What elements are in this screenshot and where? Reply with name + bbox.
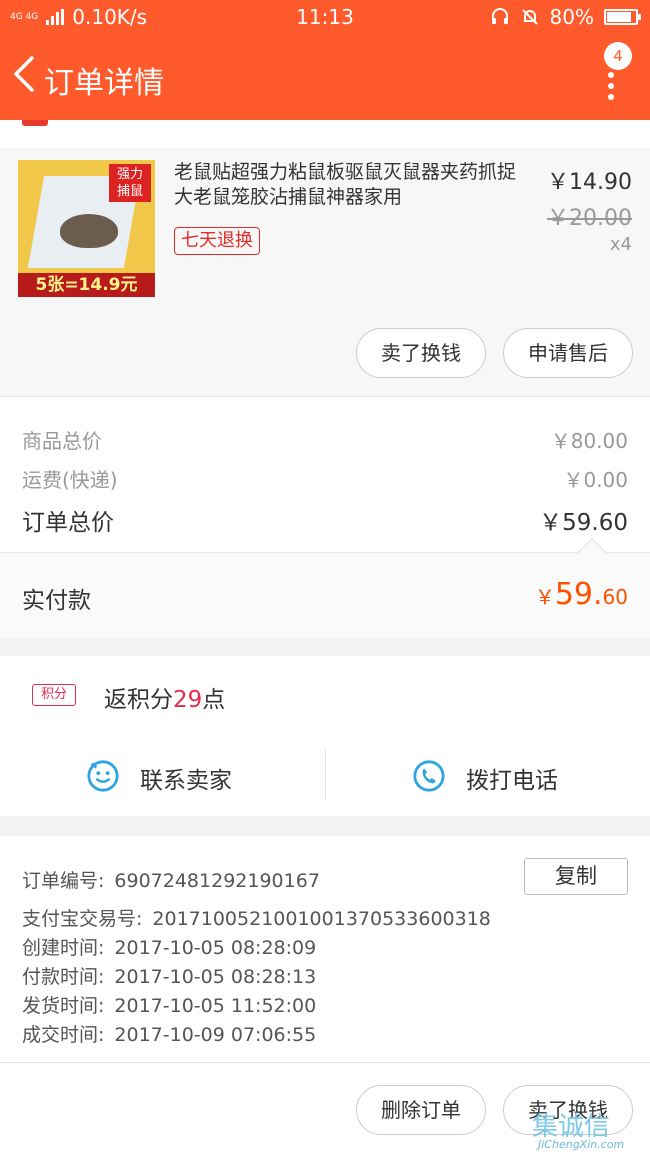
battery-icon <box>604 9 641 25</box>
order-number-row: 订单编号: 69072481292190167 <box>22 870 320 892</box>
shipping-label: 运费(快递) <box>22 468 118 492</box>
points-section: 积分 返积分29点 联系卖家 拨打电话 <box>0 656 650 816</box>
paid-amount-row: 实付款 ￥59.60 <box>0 537 650 638</box>
product-card[interactable]: 强力 捕鼠 5张=14.9元 老鼠贴超强力粘鼠板驱鼠灭鼠器夹药抓捉大老鼠笼胶沾捕鼠… <box>0 148 650 396</box>
chat-smile-icon <box>87 760 119 792</box>
mute-bell-icon <box>521 9 538 25</box>
back-arrow-icon[interactable] <box>10 54 40 94</box>
order-total-label: 订单总价 <box>22 510 114 536</box>
completed-time-row: 成交时间: 2017-10-09 07:06:55 <box>22 1024 317 1046</box>
shop-icon <box>22 120 48 126</box>
goods-total-label: 商品总价 <box>22 429 102 453</box>
site-watermark: 集诚信 JiChengXin.com <box>532 1112 625 1151</box>
order-info: 订单编号: 69072481292190167 复制 支付宝交易号: 2017100… <box>0 836 650 1062</box>
shipped-time-row: 发货时间: 2017-10-05 11:52:00 <box>22 995 317 1017</box>
original-price: ￥20.00 <box>547 206 632 231</box>
delete-order-button[interactable]: 删除订单 <box>356 1085 486 1135</box>
paid-time-row: 付款时间: 2017-10-05 08:28:13 <box>22 966 317 988</box>
call-phone-button[interactable]: 拨打电话 <box>326 749 650 817</box>
product-image[interactable]: 强力 捕鼠 5张=14.9元 <box>18 160 155 297</box>
clipped-shop-row <box>0 120 650 148</box>
product-quantity: x4 <box>609 234 632 255</box>
copy-button[interactable]: 复制 <box>524 858 628 895</box>
points-text: 返积分29点 <box>104 687 226 713</box>
created-time-row: 创建时间: 2017-10-05 08:28:09 <box>22 937 317 959</box>
contact-bar: 联系卖家 拨打电话 <box>0 748 650 816</box>
goods-total-value: ￥80.00 <box>550 429 628 453</box>
headset-icon <box>491 8 508 24</box>
paid-value: ￥59.60 <box>534 577 628 612</box>
points-chip: 积分 <box>32 684 76 706</box>
call-phone-label: 拨打电话 <box>466 768 558 794</box>
battery-percent: 80% <box>549 5 594 29</box>
after-sale-button[interactable]: 申请售后 <box>503 328 633 378</box>
image-tag: 强力 捕鼠 <box>109 164 151 202</box>
shipping-value: ￥0.00 <box>563 468 628 492</box>
product-price: ￥14.90 <box>547 170 632 195</box>
contact-seller-button[interactable]: 联系卖家 <box>0 749 325 817</box>
price-summary: 商品总价 ￥80.00 运费(快递) ￥0.00 订单总价 ￥59.60 <box>0 396 650 552</box>
order-total-value: ￥59.60 <box>539 510 628 536</box>
contact-seller-label: 联系卖家 <box>140 768 232 794</box>
page-title: 订单详情 <box>44 66 164 101</box>
status-bar: 4G 4G 0.10K/s 11:13 80% <box>0 0 650 34</box>
paid-label: 实付款 <box>22 588 91 614</box>
more-menu-icon[interactable] <box>608 72 620 100</box>
product-name[interactable]: 老鼠贴超强力粘鼠板驱鼠灭鼠器夹药抓捉大老鼠笼胶沾捕鼠神器家用 <box>174 160 524 210</box>
sell-for-cash-button[interactable]: 卖了换钱 <box>356 328 486 378</box>
alipay-trade-row: 支付宝交易号: 2017100521001001370533600318 <box>22 908 491 930</box>
mouse-illustration <box>60 214 118 248</box>
phone-icon <box>413 760 445 792</box>
return-policy-tag: 七天退换 <box>174 227 260 255</box>
image-banner: 5张=14.9元 <box>18 273 155 297</box>
notification-badge: 4 <box>604 42 632 70</box>
nav-bar: 订单详情 4 <box>0 34 650 120</box>
